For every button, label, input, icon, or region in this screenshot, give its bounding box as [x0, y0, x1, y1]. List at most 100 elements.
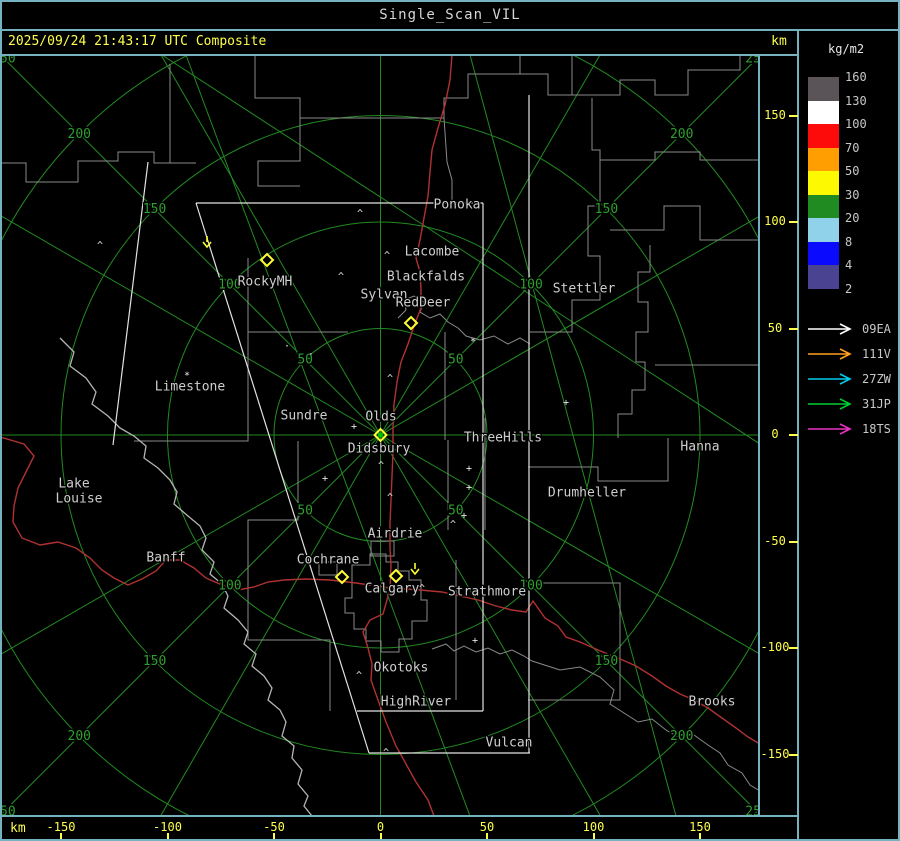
scale-tick-label: 160: [845, 70, 867, 84]
site-id-label: 31JP: [862, 397, 891, 411]
town-marker: +: [322, 474, 328, 485]
range-label: 100: [218, 579, 241, 594]
city-label: Limestone: [155, 380, 226, 395]
right-axis-tick-label: -50: [764, 533, 786, 548]
scale-swatch: [808, 124, 839, 148]
city-label: Olds: [365, 410, 396, 425]
town-marker: +: [472, 636, 478, 647]
range-label: 50: [448, 353, 464, 368]
scale-tick-label: 70: [845, 140, 860, 155]
city-label: Didsbury: [348, 442, 411, 457]
city-label: Louise: [56, 492, 103, 507]
titlebar-divider: [0, 29, 900, 31]
bottom-axis-tick: [486, 833, 488, 840]
azimuth-radial: [160, 55, 381, 436]
city-label: Banff: [146, 551, 185, 566]
scale-swatch: [808, 218, 839, 242]
city-label: Airdrie: [368, 527, 423, 542]
site-id-label: 27ZW: [862, 372, 891, 386]
city-label: Okotoks: [374, 661, 429, 676]
bottom-axis-tick-label: 50: [479, 820, 495, 834]
range-label: 250: [0, 805, 16, 820]
range-label: 200: [68, 729, 91, 744]
city-label: Cochrane: [297, 553, 360, 568]
scale-tick-label: 50: [845, 164, 860, 178]
town-marker: +: [351, 422, 357, 433]
county-boundary: [254, 56, 521, 119]
map-bottom-border: [0, 815, 799, 817]
county-boundary: [247, 441, 331, 711]
scale-tick-label: 30: [845, 187, 860, 202]
town-marker: *: [470, 337, 476, 348]
site-id-label: 18TS: [862, 422, 891, 436]
town-marker: ^: [378, 461, 384, 472]
town-marker: .: [308, 347, 314, 358]
bottom-axis-tick: [699, 833, 701, 840]
bottom-axis-tick: [60, 833, 62, 840]
bottom-axis-unit-label: km: [10, 821, 26, 836]
right-axis-tick-label: 0: [771, 427, 779, 441]
range-label: 150: [143, 654, 166, 669]
town-marker: ^: [357, 209, 363, 220]
county-boundary: [610, 205, 759, 241]
azimuth-radial: [380, 434, 602, 816]
range-label: 50: [297, 503, 313, 518]
city-label: Ponoka: [434, 198, 481, 213]
town-marker: ^: [97, 241, 103, 252]
scale-swatch: [808, 265, 839, 289]
bottom-axis-tick-label: -100: [153, 820, 182, 834]
county-boundary: [617, 245, 651, 438]
town-marker: +: [466, 464, 472, 475]
site-arrow-marker: [410, 563, 420, 576]
scale-swatch: [808, 100, 839, 125]
scale-tick-label: 130: [845, 93, 867, 108]
town-marker: +: [461, 511, 467, 522]
scale-swatch: [808, 77, 839, 101]
city-label: Lacombe: [405, 245, 460, 260]
radar-app: Single_Scan_VIL 2025/09/24 21:43:17 UTC …: [0, 0, 900, 841]
city-label: RockyMH: [238, 275, 293, 290]
map-top-border: [0, 54, 799, 56]
town-marker: +: [563, 398, 569, 409]
scale-swatch: [808, 241, 839, 266]
bottom-axis-tick: [273, 833, 275, 840]
site-arrow-icon: [808, 373, 852, 385]
range-label: 100: [519, 277, 542, 292]
right-axis-tick: [789, 434, 798, 436]
county-boundary: [520, 56, 573, 96]
scale-tick-label: 8: [845, 234, 853, 249]
city-label: Sundre: [281, 409, 328, 424]
site-legend-row: [806, 371, 860, 387]
range-label: 150: [595, 202, 618, 217]
city-label: Calgary: [365, 582, 420, 597]
right-axis-tick: [789, 114, 798, 117]
town-marker: ^: [387, 374, 393, 385]
radar-site-marker: [388, 568, 404, 584]
bottom-axis-tick: [592, 833, 595, 840]
right-axis-tick: [789, 327, 798, 330]
town-marker: +: [466, 483, 472, 494]
range-label: 150: [595, 654, 618, 669]
composite-center-dot: [378, 432, 383, 438]
scale-tick-label: 20: [845, 211, 860, 225]
bottom-axis-tick: [379, 833, 382, 840]
town-marker: .: [284, 339, 290, 350]
scale-tick-label: 4: [845, 258, 853, 272]
site-legend-row: [806, 421, 860, 437]
bottom-axis-tick-label: -150: [46, 820, 76, 834]
town-marker: ^: [383, 748, 389, 759]
radar-map[interactable]: 5010015020025050100150200250501001502002…: [0, 0, 900, 841]
range-ring: [2, 55, 759, 816]
town-marker: ^: [450, 520, 456, 531]
city-label: RedDeer: [396, 296, 451, 311]
city-label: Stettler: [553, 282, 616, 297]
city-label: HighRiver: [381, 695, 452, 710]
bottom-axis-tick-label: 100: [582, 820, 605, 834]
right-axis-tick: [789, 221, 798, 223]
site-arrow-icon: [808, 398, 852, 410]
city-label: Lake: [58, 477, 89, 492]
site-legend-row: [806, 396, 860, 412]
bottom-axis-tick-label: 0: [376, 820, 385, 834]
city-label: Strathmore: [448, 585, 526, 600]
map-canvas[interactable]: 5010015020025050100150200250501001502002…: [0, 0, 900, 841]
